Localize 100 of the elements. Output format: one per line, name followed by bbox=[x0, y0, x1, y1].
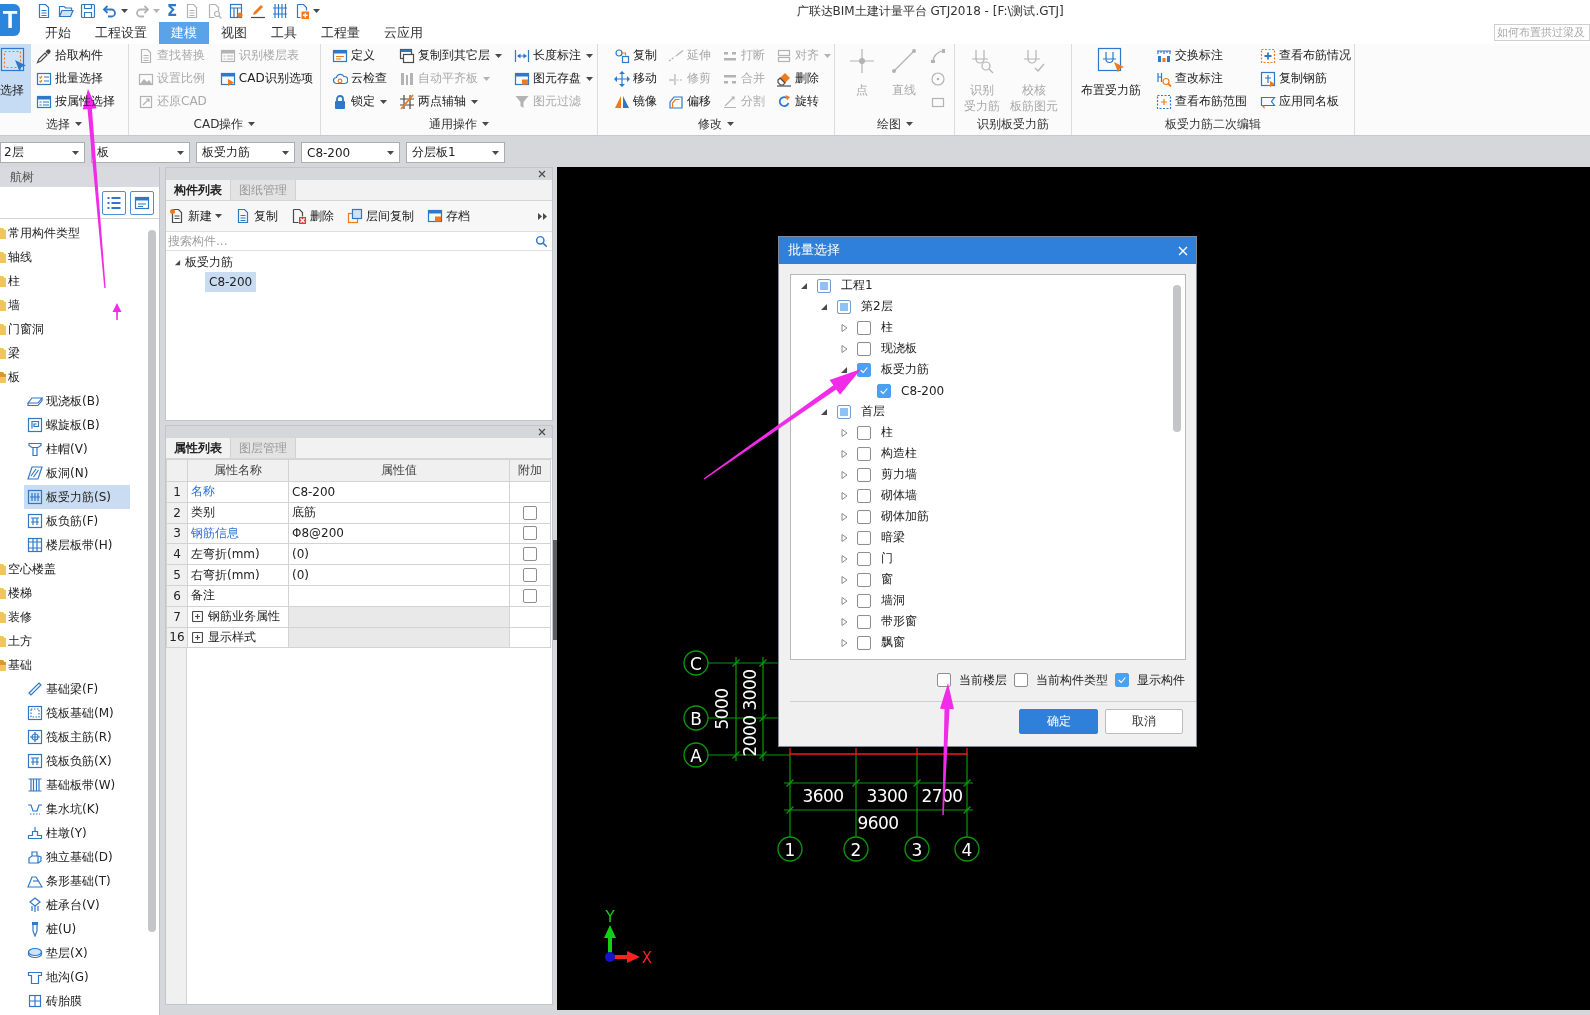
filled-triangle-icon[interactable] bbox=[800, 281, 808, 290]
property-name[interactable]: 类别 bbox=[187, 502, 289, 524]
tree-item[interactable]: 门窗洞 bbox=[0, 317, 44, 341]
dropdown[interactable]: 板受力筋 bbox=[196, 142, 295, 163]
ribbon-button[interactable]: 两点辅轴 bbox=[399, 90, 502, 113]
checkbox[interactable] bbox=[857, 509, 871, 524]
ribbon-button[interactable]: 删除 bbox=[776, 67, 831, 90]
tree-item-label[interactable]: 工程1 bbox=[841, 277, 873, 294]
checkbox[interactable] bbox=[523, 547, 537, 562]
ribbon-tab[interactable]: 云应用 bbox=[372, 22, 435, 44]
checkbox[interactable] bbox=[857, 425, 871, 440]
checkbox[interactable] bbox=[523, 505, 537, 520]
grid-lines-icon[interactable] bbox=[272, 3, 289, 19]
checkbox[interactable] bbox=[857, 467, 871, 482]
tree-item-label[interactable]: 柱 bbox=[881, 424, 893, 441]
tree-item[interactable]: 地沟(G) bbox=[24, 965, 130, 989]
ribbon-button[interactable]: 选择 bbox=[0, 44, 31, 113]
checkbox[interactable] bbox=[857, 362, 871, 377]
tree-item[interactable]: 基础梁(F) bbox=[24, 677, 130, 701]
checkbox[interactable] bbox=[857, 551, 871, 566]
tree-item[interactable]: 板受力筋 bbox=[174, 252, 233, 272]
toolbar-button[interactable]: 新建 bbox=[169, 207, 222, 225]
tree-item[interactable]: 垫层(X) bbox=[24, 941, 130, 965]
dropdown[interactable]: 2层 bbox=[0, 142, 85, 163]
document-grid-icon[interactable] bbox=[228, 3, 245, 19]
close-icon[interactable] bbox=[538, 170, 546, 178]
checkbox[interactable] bbox=[523, 526, 537, 541]
outline-triangle-icon[interactable] bbox=[840, 638, 848, 647]
caret-icon[interactable] bbox=[248, 122, 256, 126]
tree-item-label[interactable]: 飘窗 bbox=[881, 634, 905, 651]
tree-item[interactable]: 桩(U) bbox=[24, 917, 130, 941]
property-value[interactable]: C8-200 bbox=[288, 481, 510, 503]
outline-triangle-icon[interactable] bbox=[840, 554, 848, 563]
property-name[interactable]: 右弯折(mm) bbox=[187, 564, 289, 586]
tree-item-label[interactable]: 构造柱 bbox=[881, 445, 917, 462]
close-icon[interactable] bbox=[538, 428, 546, 436]
toolbar-button[interactable]: 复制 bbox=[235, 207, 278, 225]
property-value[interactable]: (0) bbox=[288, 543, 510, 565]
tree-item[interactable]: 桩承台(V) bbox=[24, 893, 130, 917]
tree-item[interactable]: 现浇板(B) bbox=[24, 389, 130, 413]
checkbox[interactable] bbox=[817, 278, 831, 293]
document-icon[interactable] bbox=[36, 3, 52, 19]
ribbon-button[interactable]: 批量选择 bbox=[36, 67, 115, 90]
ribbon-tab[interactable]: 工程设置 bbox=[83, 22, 159, 44]
ribbon-button[interactable]: 复制到其它层 bbox=[399, 44, 502, 67]
tree-item[interactable]: 板受力筋(S) bbox=[24, 485, 130, 509]
ribbon-tab[interactable]: 工程量 bbox=[309, 22, 372, 44]
toolbar-button[interactable]: 层间复制 bbox=[347, 207, 414, 225]
tree-item[interactable]: 柱帽(V) bbox=[24, 437, 130, 461]
caret-icon[interactable] bbox=[482, 122, 489, 126]
checkbox[interactable] bbox=[937, 673, 951, 687]
option-label[interactable]: 当前构件类型 bbox=[1036, 671, 1108, 689]
document-magnifier-icon[interactable] bbox=[206, 3, 223, 19]
outline-triangle-icon[interactable] bbox=[840, 470, 848, 479]
scrollbar[interactable] bbox=[1173, 285, 1181, 432]
tree-item[interactable]: 楼梯 bbox=[0, 581, 32, 605]
search-field[interactable]: 如何布置拱过梁及 bbox=[1494, 24, 1590, 41]
tree-item[interactable]: 柱墩(Y) bbox=[24, 821, 130, 845]
outline-triangle-icon[interactable] bbox=[840, 533, 848, 542]
tree-item-label[interactable]: C8-200 bbox=[901, 383, 945, 398]
ribbon-tab[interactable]: 开始 bbox=[33, 22, 83, 44]
ribbon-tab[interactable]: 工具 bbox=[259, 22, 309, 44]
tree-item[interactable]: 基础板带(W) bbox=[24, 773, 130, 797]
checkbox[interactable] bbox=[837, 299, 851, 314]
property-value[interactable]: Φ8@200 bbox=[288, 523, 510, 544]
search-icon[interactable] bbox=[535, 234, 548, 248]
filled-triangle-icon[interactable] bbox=[840, 365, 848, 374]
outline-triangle-icon[interactable] bbox=[840, 617, 848, 626]
caret-icon[interactable] bbox=[313, 9, 321, 13]
tree-item-label[interactable]: 砌体墙 bbox=[881, 487, 917, 504]
ribbon-button[interactable]: 偏移 bbox=[668, 90, 711, 113]
property-name[interactable]: 备注 bbox=[187, 585, 289, 607]
cancel-button[interactable]: 取消 bbox=[1105, 709, 1183, 734]
dropdown[interactable]: 分层板1 bbox=[406, 142, 505, 163]
caret-icon[interactable] bbox=[121, 9, 128, 13]
tree-item[interactable]: 轴线 bbox=[0, 245, 32, 269]
tree-item-label[interactable]: 砌体加筋 bbox=[881, 508, 929, 525]
outline-triangle-icon[interactable] bbox=[840, 491, 848, 500]
ribbon-button[interactable]: 查看布筋情况 bbox=[1260, 44, 1351, 67]
tree-item[interactable]: 常用构件类型 bbox=[0, 221, 80, 245]
scrollbar[interactable] bbox=[148, 230, 156, 932]
ribbon-button[interactable]: 云检查 bbox=[332, 67, 387, 90]
tree-item[interactable]: 独立基础(D) bbox=[24, 845, 130, 869]
checkbox[interactable] bbox=[857, 572, 871, 587]
ribbon-button[interactable]: CAD识别选项 bbox=[219, 67, 313, 90]
tree-item[interactable]: 基础 bbox=[0, 653, 32, 677]
ribbon-button[interactable]: 交换标注 bbox=[1156, 44, 1247, 67]
outline-triangle-icon[interactable] bbox=[840, 449, 848, 458]
filled-triangle-icon[interactable] bbox=[820, 302, 828, 311]
ribbon-button[interactable]: 查改标注 bbox=[1156, 67, 1247, 90]
outline-triangle-icon[interactable] bbox=[840, 596, 848, 605]
tree-item[interactable]: 筏板主筋(R) bbox=[24, 725, 130, 749]
checkbox[interactable] bbox=[857, 488, 871, 503]
ribbon-button[interactable]: 图元存盘 bbox=[514, 67, 593, 90]
option-label[interactable]: 当前楼层 bbox=[959, 671, 1007, 689]
checkbox[interactable] bbox=[837, 404, 851, 419]
ribbon-button[interactable]: 复制 bbox=[614, 44, 657, 67]
caret-icon[interactable] bbox=[905, 122, 913, 126]
tree-item-label[interactable]: 第2层 bbox=[861, 298, 893, 315]
search-field[interactable]: 搜索构件... bbox=[168, 232, 535, 250]
